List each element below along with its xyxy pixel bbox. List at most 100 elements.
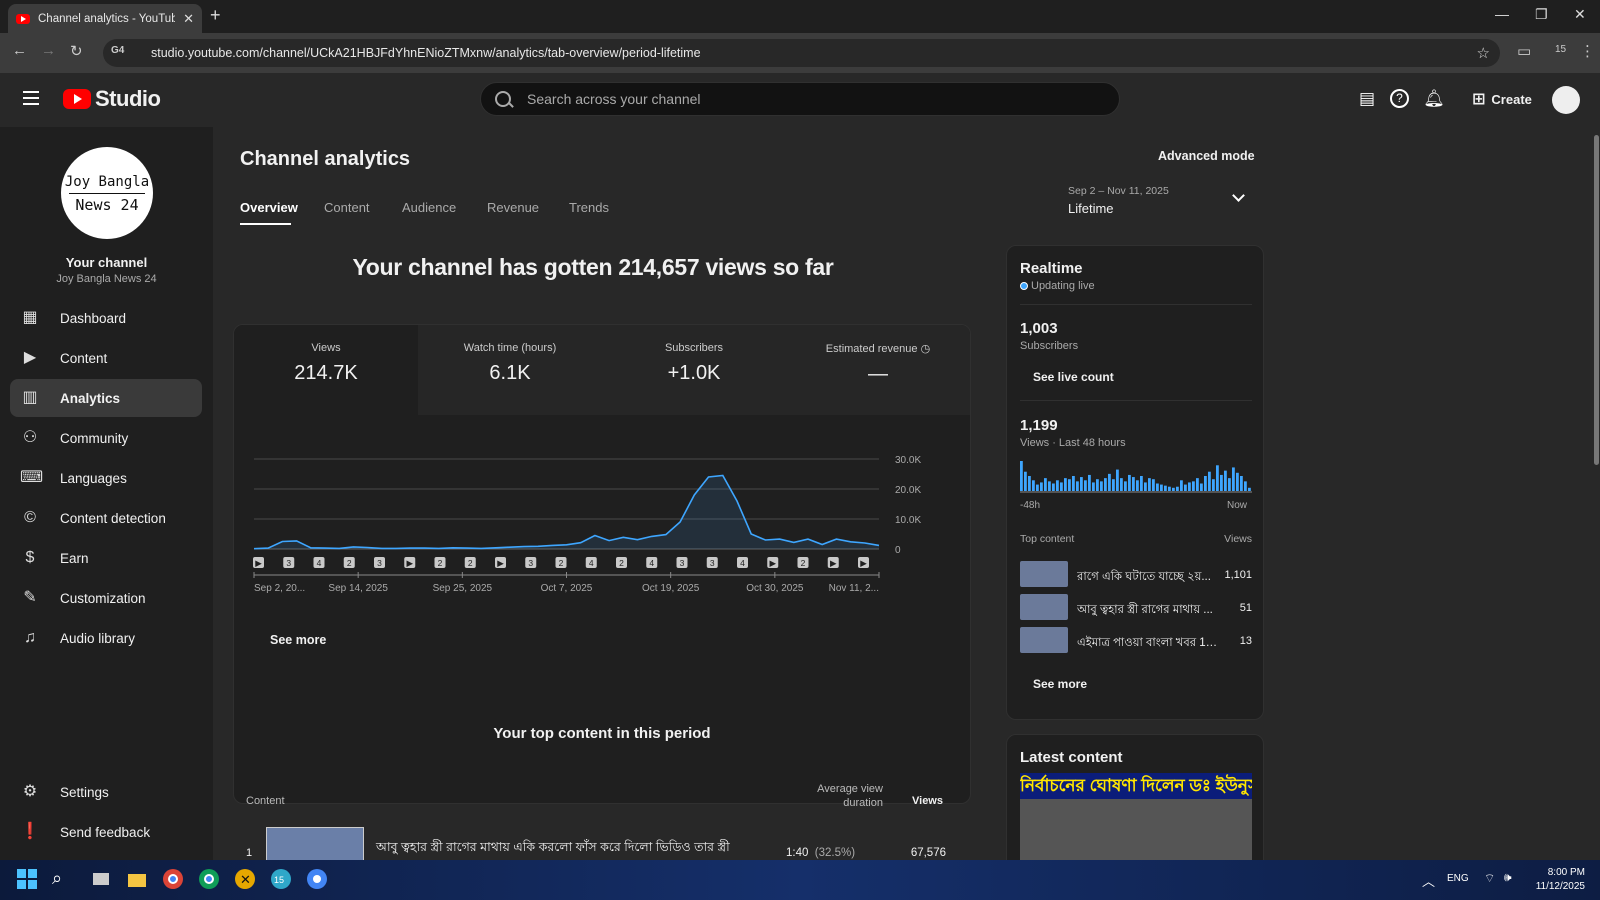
new-tab-icon[interactable]: + [210, 5, 221, 26]
app-icon[interactable]: ✕ [234, 868, 258, 892]
video-thumbnail[interactable] [266, 827, 364, 860]
sidebar-item-analytics[interactable]: ▥ Analytics [10, 379, 202, 417]
tray-chevron-icon[interactable]: ︿ [1422, 871, 1435, 890]
menu-icon[interactable] [23, 91, 39, 109]
video-thumbnail[interactable] [1020, 627, 1068, 653]
account-avatar[interactable] [1552, 86, 1580, 114]
restore-icon[interactable]: ❐ [1535, 6, 1548, 23]
table-row[interactable]: 1 আবু ত্বহার স্ত্রী রাগের মাথায় একি করল… [246, 827, 951, 860]
tab-content[interactable]: Content [324, 200, 370, 215]
extensions-count[interactable]: 15 [1555, 44, 1566, 55]
bookmark-star-icon[interactable]: ☆ [1477, 44, 1490, 62]
tab-audience[interactable]: Audience [402, 200, 456, 215]
live-label: Updating live [1031, 280, 1095, 292]
sidebar-item-content[interactable]: ▶ Content [10, 339, 202, 377]
sidebar-item-label: Analytics [60, 390, 121, 406]
tab-trends[interactable]: Trends [569, 200, 609, 215]
clock[interactable]: 8:00 PM 11/12/2025 [1525, 866, 1585, 894]
sidebar-item-customization[interactable]: ✎ Customization [10, 579, 202, 617]
windows-start-icon[interactable] [16, 868, 40, 892]
scrollbar-thumb[interactable] [1594, 135, 1599, 465]
video-marker-label: ▶ [255, 558, 262, 568]
x-tick-label: Oct 19, 2025 [642, 583, 700, 594]
list-item[interactable]: এইমাত্র পাওয়া বাংলা খবর 10 ... 13 [1020, 627, 1252, 655]
browser-menu-icon[interactable]: ⋮ [1580, 42, 1595, 60]
active-app-icon[interactable]: 15 [270, 868, 294, 892]
chrome-alt-icon[interactable] [306, 868, 330, 892]
views-line-chart[interactable]: 30.0K 20.0K 10.0K 0 ▶ 3 4 2 3 ▶ 2 2 ▶ 3 2 4 2 4 3 3 4 ▶ 2 ▶ ▶ Sep… [234, 435, 971, 605]
video-title[interactable]: রাগে একি ঘটাতে যাচ্ছে ২য়... [1077, 568, 1222, 587]
side-panel-icon[interactable]: ▭ [1517, 42, 1531, 60]
video-marker-label: ▶ [497, 558, 504, 568]
close-window-icon[interactable]: ✕ [1574, 6, 1586, 23]
chrome-icon[interactable] [162, 868, 186, 892]
language-indicator[interactable]: ENG [1447, 873, 1469, 884]
sidebar-item-earn[interactable]: $ Earn [10, 539, 202, 577]
browser-tab[interactable]: Channel analytics - YouTube Studio ✕ [8, 4, 202, 33]
video-thumbnail[interactable] [1020, 561, 1068, 587]
sidebar-item-audio-library[interactable]: ♫ Audio library [10, 619, 202, 657]
video-title[interactable]: এইমাত্র পাওয়া বাংলা খবর 10 ... [1077, 634, 1222, 653]
realtime-bar [1040, 482, 1043, 491]
column-header-views[interactable]: Views [893, 795, 943, 807]
tab-overview[interactable]: Overview [240, 200, 298, 215]
url-text[interactable]: studio.youtube.com/channel/UCkA21HBJFdYh… [151, 46, 701, 60]
tab-revenue[interactable]: Revenue [487, 200, 539, 215]
channel-avatar[interactable]: Joy Bangla News 24 [61, 147, 153, 239]
captions-icon[interactable]: ▤ [1356, 88, 1378, 110]
realtime-bar [1060, 482, 1063, 491]
feedback-icon: ❗ [20, 823, 40, 840]
community-icon: ⚇ [22, 429, 38, 446]
metric-value: +1.0K [667, 362, 721, 384]
back-icon[interactable]: ← [12, 42, 27, 59]
chrome-profile-icon[interactable] [198, 868, 222, 892]
notifications-bell-icon[interactable]: 🔔︎ [1423, 88, 1445, 110]
see-live-count-button[interactable]: See live count [1020, 363, 1127, 391]
sidebar-item-settings[interactable]: ⚙ Settings [10, 773, 202, 811]
sidebar-item-content-detection[interactable]: © Content detection [10, 499, 202, 537]
video-title[interactable]: আবু ত্বহার স্ত্রী রাগের মাথায় একি করলো … [376, 839, 730, 859]
see-more-button[interactable]: See more [256, 625, 340, 655]
video-marker-label: 2 [801, 558, 806, 568]
realtime-bar-chart[interactable] [1020, 461, 1252, 495]
address-bar[interactable]: G4 studio.youtube.com/channel/UCkA21HBJF… [103, 39, 1500, 67]
top-views-label: Views [1224, 533, 1252, 545]
copyright-icon: © [24, 509, 36, 526]
studio-logo[interactable]: Studio [63, 86, 161, 112]
close-tab-icon[interactable]: ✕ [183, 11, 194, 27]
sidebar-item-dashboard[interactable]: ▦ Dashboard [10, 299, 202, 337]
volume-icon[interactable]: 🕪︎ [1504, 870, 1512, 885]
metric-watch-time[interactable]: Watch time (hours) 6.1K [418, 325, 602, 415]
latest-video-thumbnail[interactable]: নির্বাচনের ঘোষণা দিলেন ডঃ ইউনুস [1020, 773, 1252, 860]
video-thumbnail[interactable] [1020, 594, 1068, 620]
create-button[interactable]: ⊞ Create [1460, 83, 1544, 115]
metric-views[interactable]: Views 214.7K [234, 325, 418, 415]
video-title[interactable]: আবু ত্বহার স্ত্রী রাগের মাথায় ... [1077, 601, 1222, 620]
realtime-bar [1244, 481, 1247, 491]
file-explorer-icon[interactable] [126, 868, 150, 892]
see-more-button[interactable]: See more [1020, 670, 1100, 698]
forward-icon[interactable]: → [41, 42, 56, 59]
search-input[interactable] [527, 91, 1087, 107]
sidebar-item-languages[interactable]: ⌨ Languages [10, 459, 202, 497]
sidebar-item-send-feedback[interactable]: ❗ Send feedback [10, 813, 202, 851]
help-icon[interactable]: ? [1390, 89, 1409, 108]
your-channel-label: Your channel [65, 255, 148, 270]
reload-icon[interactable]: ↻ [70, 42, 83, 60]
sidebar-item-community[interactable]: ⚇ Community [10, 419, 202, 457]
advanced-mode-button[interactable]: Advanced mode [1146, 143, 1267, 169]
search-bar[interactable] [480, 82, 1120, 116]
metric-estimated-revenue[interactable]: Estimated revenue ◷ — [786, 325, 970, 415]
date-range-picker[interactable]: Sep 2 – Nov 11, 2025 Lifetime [1068, 185, 1169, 216]
metric-subscribers[interactable]: Subscribers +1.0K [602, 325, 786, 415]
task-view-icon[interactable] [90, 868, 114, 892]
site-info-icon[interactable]: G4 [111, 45, 124, 56]
subscriber-count: 1,003 [1020, 320, 1058, 337]
list-item[interactable]: আবু ত্বহার স্ত্রী রাগের মাথায় ... 51 [1020, 594, 1252, 622]
wifi-icon[interactable]: ⌔ [1484, 871, 1495, 886]
search-icon[interactable]: ⌕ [52, 868, 76, 892]
page-scrollbar[interactable] [1593, 127, 1600, 860]
chevron-down-icon[interactable] [1232, 189, 1245, 202]
minimize-icon[interactable]: — [1495, 6, 1509, 22]
list-item[interactable]: রাগে একি ঘটাতে যাচ্ছে ২য়... 1,101 [1020, 561, 1252, 589]
